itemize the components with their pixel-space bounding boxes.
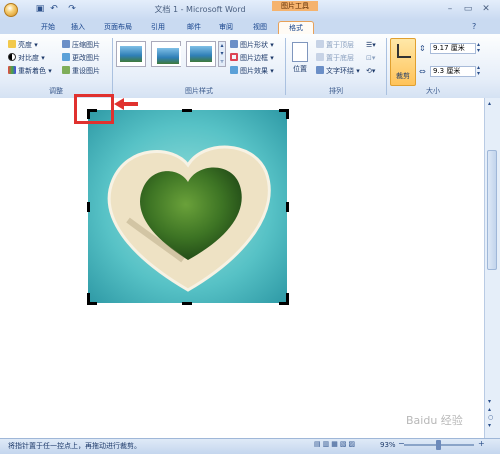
picture-effects-button[interactable]: 图片效果 ▾ [230,66,274,77]
width-field[interactable]: 9.3 厘米 [430,66,476,77]
scroll-thumb[interactable] [487,150,497,270]
annotation-highlight-box [74,94,114,124]
window-title: 文档 1 - Microsoft Word [154,5,246,14]
tab-review[interactable]: 审阅 [214,21,238,34]
zoom-slider-thumb[interactable] [436,440,441,450]
tab-format[interactable]: 格式 [278,21,314,34]
crop-handle-bottom-right[interactable] [286,293,289,303]
recolor-button[interactable]: 重新着色 ▾ [8,66,52,77]
compress-icon [62,40,70,48]
crop-handle-bottom-left[interactable] [87,302,97,305]
close-icon[interactable]: ✕ [478,3,494,15]
bring-front-icon [316,40,324,48]
tab-references[interactable]: 引用 [146,21,170,34]
crop-button[interactable]: 裁剪 [390,38,416,86]
shape-icon [230,40,238,48]
minimize-icon[interactable]: – [442,3,458,15]
group-label-picture-styles: 图片样式 [185,87,213,95]
group-label-arrange: 排列 [329,87,343,95]
effects-icon [230,66,238,74]
contrast-button[interactable]: 对比度 ▾ [8,53,45,64]
style-thumbnail-1[interactable] [116,41,146,67]
scroll-up-icon[interactable]: ▴ [488,100,491,107]
maximize-icon[interactable]: ▭ [460,3,476,15]
send-to-back-button[interactable]: 置于底层 [316,53,354,64]
brightness-button[interactable]: 亮度 ▾ [8,40,38,51]
crop-handle-left[interactable] [87,202,90,212]
tab-home[interactable]: 开始 [36,21,60,34]
style-thumbnail-3[interactable] [186,41,216,67]
help-icon[interactable]: ? [472,22,476,31]
island-image [88,110,287,303]
group-separator [386,38,387,95]
styles-gallery-scroll[interactable]: ▴ ▾ ▿ [218,41,226,67]
crop-icon [397,44,411,58]
watermark: Baidu 经验 [406,414,463,427]
text-wrap-icon [316,66,324,74]
zoom-level[interactable]: 93% [380,441,396,449]
reset-picture-button[interactable]: 重设图片 [62,66,100,77]
zoom-in-icon[interactable]: + [478,439,485,448]
sun-icon [8,40,16,48]
office-button-icon[interactable] [4,3,18,17]
contrast-icon [8,53,16,61]
tab-insert[interactable]: 插入 [66,21,90,34]
island-picture[interactable] [88,110,287,303]
align-icon[interactable]: ☰▾ [366,40,376,51]
crop-handle-top-right[interactable] [286,109,289,119]
rotate-icon[interactable]: ⟲▾ [366,66,375,77]
picture-border-button[interactable]: 图片边框 ▾ [230,53,274,64]
group-separator [285,38,286,95]
style-thumbnail-2[interactable] [151,41,181,67]
border-icon [230,53,238,61]
text-wrapping-button[interactable]: 文字环绕 ▾ [316,66,360,77]
height-spinner[interactable]: ▴ ▾ [477,42,480,54]
position-icon [292,42,308,62]
group-label-size: 大小 [426,87,440,95]
scroll-down-icon[interactable]: ▾ ▴ ○ ▾ [488,398,493,430]
picture-tools-context: 图片工具 [272,1,318,11]
width-icon: ⇔ [419,67,426,76]
save-icon[interactable]: ▣ [34,3,46,15]
compress-pictures-button[interactable]: 压缩图片 [62,40,100,51]
undo-icon[interactable]: ↶ [48,3,60,15]
tab-page-layout[interactable]: 页面布局 [100,21,136,34]
group-separator [112,38,113,95]
recolor-icon [8,66,16,74]
zoom-out-icon[interactable]: − [398,439,405,448]
crop-handle-top[interactable] [182,109,192,112]
reset-icon [62,66,70,74]
picture-icon [62,53,70,61]
picture-shape-button[interactable]: 图片形状 ▾ [230,40,274,51]
position-button[interactable]: 位置 [290,40,310,86]
change-picture-button[interactable]: 更改图片 [62,53,100,64]
redo-icon[interactable]: ↷ [66,3,78,15]
crop-handle-right[interactable] [286,202,289,212]
bring-to-front-button[interactable]: 置于顶层 [316,40,354,51]
vertical-scrollbar[interactable]: ▴ ▾ ▴ ○ ▾ [484,98,500,438]
tab-mailings[interactable]: 邮件 [182,21,206,34]
tab-view[interactable]: 视图 [248,21,272,34]
width-spinner[interactable]: ▴ ▾ [477,65,480,77]
annotation-arrow-tail [122,102,138,106]
height-field[interactable]: 9.17 厘米 [430,43,476,54]
status-text: 将指针置于任一控点上，再拖动进行裁剪。 [8,442,141,450]
crop-handle-bottom[interactable] [182,302,192,305]
group-icon[interactable]: ⊡▾ [366,53,375,64]
height-icon: ⇕ [419,44,426,53]
send-back-icon [316,53,324,61]
view-buttons[interactable]: ▤▥▦▧▨ [314,440,357,448]
